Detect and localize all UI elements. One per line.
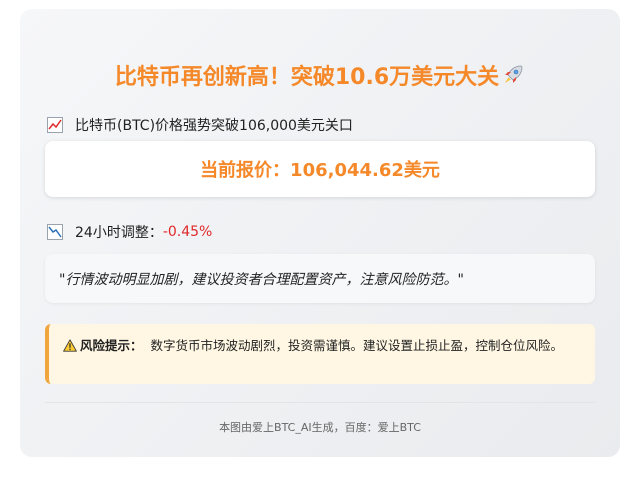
title-text: 比特币再创新高！突破10.6万美元大关 — [114, 65, 500, 90]
chart-down-icon — [47, 224, 63, 240]
headline-row: 比特币(BTC)价格强势突破106,000美元关口 — [47, 115, 353, 135]
footer-credit: 本图由爱上BTC_AI生成，百度：爱上BTC — [219, 421, 421, 434]
risk-notice: 风险提示： 数字货币市场波动剧烈，投资需谨慎。建议设置止损止盈，控制仓位风险。 — [45, 324, 595, 384]
quote-box: "行情波动明显加剧，建议投资者合理配置资产，注意风险防范。" — [45, 254, 595, 303]
current-price: 当前报价：106,044.62美元 — [200, 160, 440, 181]
chart-up-icon — [47, 117, 63, 133]
rocket-icon — [501, 63, 525, 93]
risk-label: 风险提示： — [63, 338, 143, 353]
warning-icon — [63, 339, 77, 352]
change-row: 24小时调整： -0.45% — [47, 222, 212, 242]
divider — [45, 402, 595, 403]
price-box: 当前报价：106,044.62美元 — [45, 141, 595, 197]
headline-text: 比特币(BTC)价格强势突破106,000美元关口 — [75, 118, 353, 134]
news-card: 比特币再创新高！突破10.6万美元大关 比特币(BTC)价格强势突破106,00… — [20, 9, 620, 457]
card-title: 比特币再创新高！突破10.6万美元大关 — [20, 59, 620, 93]
change-label: 24小时调整： — [75, 225, 163, 241]
change-value: -0.45% — [162, 224, 213, 240]
risk-label-text: 风险提示： — [80, 338, 143, 353]
risk-text: 数字货币市场波动剧烈，投资需谨慎。建议设置止损止盈，控制仓位风险。 — [150, 338, 563, 353]
quote-text: "行情波动明显加剧，建议投资者合理配置资产，注意风险防范。" — [59, 271, 464, 288]
